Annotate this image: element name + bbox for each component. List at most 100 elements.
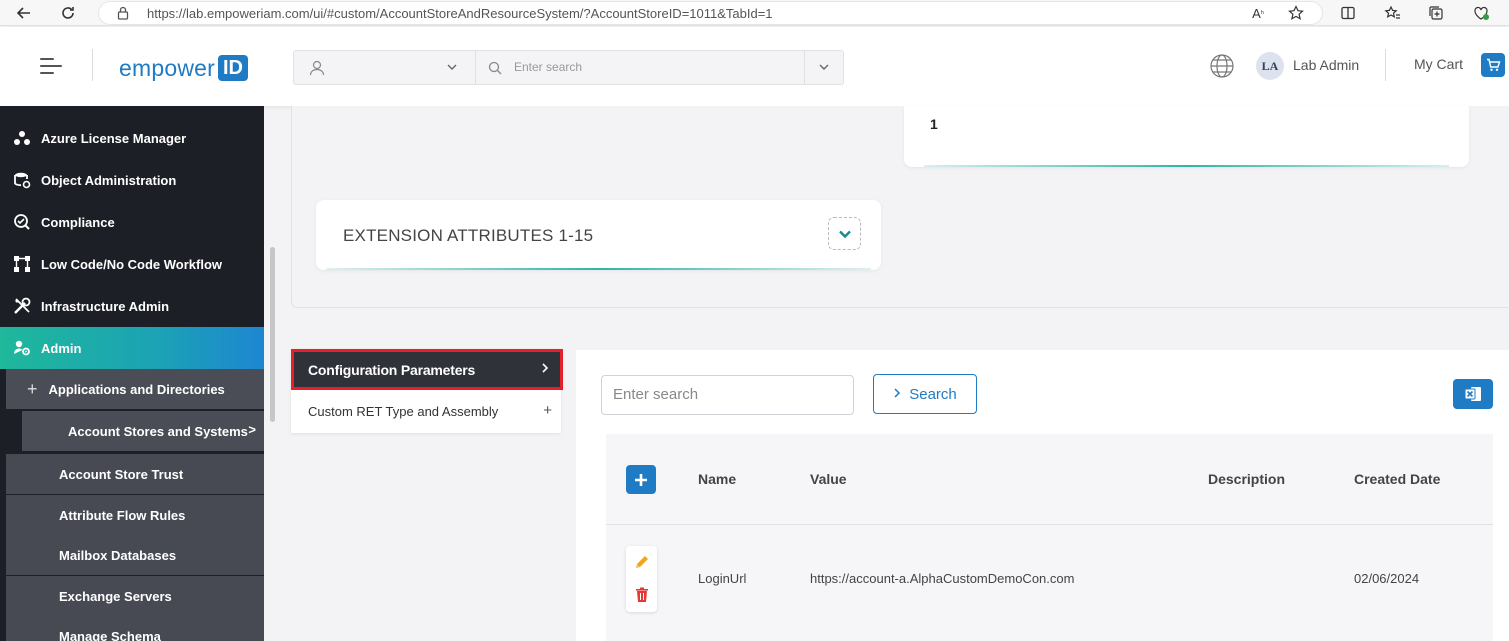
sidebar-item-label: Object Administration <box>41 172 177 188</box>
chevron-right-icon <box>893 387 901 402</box>
read-aloud-icon[interactable]: Aʰ <box>1248 3 1268 23</box>
column-header-created-date[interactable]: Created Date <box>1354 471 1440 487</box>
header-divider <box>92 49 93 81</box>
avatar[interactable]: LA <box>1256 52 1284 80</box>
sidebar-item-exchange-servers[interactable]: Exchange Servers <box>6 576 264 616</box>
global-search-input[interactable]: Enter search <box>514 60 582 74</box>
edit-pencil-icon[interactable] <box>633 553 651 571</box>
expand-plus-icon: + <box>27 378 38 399</box>
object-admin-icon <box>12 170 32 190</box>
plus-icon: + <box>543 402 552 419</box>
sidebar-item-account-stores-and-systems[interactable]: Account Stores and Systems > <box>22 411 264 451</box>
column-header-value[interactable]: Value <box>810 471 847 487</box>
cell-name: LoginUrl <box>698 571 747 586</box>
favorite-star-icon[interactable] <box>1286 3 1306 23</box>
sidebar-item-label: Exchange Servers <box>59 588 172 604</box>
tab-custom-ret-type-and-assembly[interactable]: Custom RET Type and Assembly + <box>291 391 561 431</box>
search-button[interactable]: Search <box>873 374 977 414</box>
tab-label: Custom RET Type and Assembly <box>308 403 499 419</box>
expand-toggle-button[interactable] <box>828 217 861 250</box>
search-options-chevron-icon[interactable] <box>818 61 830 76</box>
sidebar-item-label: Manage Schema <box>59 628 161 641</box>
globe-icon[interactable] <box>1209 53 1235 79</box>
sidebar: Azure License Manager Object Administrat… <box>0 106 264 641</box>
logo-id-badge: ID <box>218 55 248 81</box>
search-button-label: Search <box>909 385 957 403</box>
sidebar-item-object-administration[interactable]: Object Administration <box>0 159 264 201</box>
extension-attributes-card[interactable]: EXTENSION ATTRIBUTES 1-15 <box>316 200 881 270</box>
reload-icon[interactable] <box>58 3 78 23</box>
sidebar-item-label: Azure License Manager <box>41 130 187 146</box>
attribute-value-card: 1 <box>904 106 1469 167</box>
grid-header: Name Value Description Created Date <box>606 434 1493 525</box>
search-separator <box>475 51 476 84</box>
sidebar-item-azure-license-manager[interactable]: Azure License Manager <box>0 117 264 159</box>
plus-icon <box>635 473 647 486</box>
search-separator-2 <box>804 51 805 84</box>
scope-dropdown-chevron-icon[interactable] <box>446 61 458 76</box>
sidebar-item-label: Account Stores and Systems <box>68 423 248 439</box>
compliance-icon <box>12 212 32 232</box>
favorites-icon[interactable] <box>1382 3 1402 23</box>
tab-configuration-parameters[interactable]: Configuration Parameters <box>291 349 563 390</box>
split-screen-icon[interactable] <box>1338 3 1358 23</box>
my-cart-label[interactable]: My Cart <box>1414 56 1463 72</box>
global-search-group: Enter search <box>293 50 844 85</box>
sidebar-item-compliance[interactable]: Compliance <box>0 201 264 243</box>
admin-icon <box>12 338 32 358</box>
sidebar-item-label: Compliance <box>41 214 115 230</box>
browser-toolbar: https://lab.empoweriam.com/ui/#custom/Ac… <box>0 0 1509 26</box>
address-bar[interactable]: https://lab.empoweriam.com/ui/#custom/Ac… <box>98 1 1323 25</box>
menu-toggle-icon[interactable] <box>40 58 62 74</box>
row-actions <box>626 546 657 612</box>
header-divider-2 <box>1385 49 1386 81</box>
sidebar-item-label: Infrastructure Admin <box>41 298 170 314</box>
tools-icon <box>12 296 32 316</box>
table-row: LoginUrl https://account-a.AlphaCustomDe… <box>606 525 1493 641</box>
chevron-right-icon <box>540 361 550 377</box>
card-underline <box>924 165 1449 167</box>
column-header-description[interactable]: Description <box>1208 471 1285 487</box>
sidebar-scrollbar[interactable] <box>270 247 275 422</box>
sidebar-item-account-store-trust[interactable]: Account Store Trust <box>6 454 264 494</box>
sidebar-active-item-frame: Account Stores and Systems > <box>6 409 264 454</box>
configuration-parameters-grid: Enter search Search Name Value Descripti… <box>576 350 1509 641</box>
sidebar-item-infrastructure-admin[interactable]: Infrastructure Admin <box>0 285 264 327</box>
azure-license-icon <box>12 128 32 148</box>
lock-icon <box>113 3 133 23</box>
delete-trash-icon[interactable] <box>633 586 651 604</box>
sidebar-item-mailbox-databases[interactable]: Mailbox Databases <box>6 535 264 575</box>
sidebar-group-applications-and-directories[interactable]: + Applications and Directories <box>6 369 264 409</box>
cell-created-date: 02/06/2024 <box>1354 571 1420 586</box>
sidebar-item-label: Mailbox Databases <box>59 547 177 563</box>
sidebar-item-label: Low Code/No Code Workflow <box>41 256 223 272</box>
detail-tabs-menu: Configuration Parameters Custom RET Type… <box>291 349 563 433</box>
cart-icon[interactable] <box>1481 53 1505 77</box>
add-row-button[interactable] <box>626 465 656 494</box>
grid-search-input[interactable]: Enter search <box>601 375 854 415</box>
attribute-value: 1 <box>930 116 938 132</box>
cell-value: https://account-a.AlphaCustomDemoCon.com <box>810 571 1075 586</box>
url-text: https://lab.empoweriam.com/ui/#custom/Ac… <box>147 6 773 21</box>
back-icon[interactable] <box>14 3 34 23</box>
app-header: empower ID Enter search LA Lab Admin My … <box>0 27 1509 106</box>
sidebar-item-label: Account Store Trust <box>59 466 184 482</box>
collections-icon[interactable] <box>1426 3 1446 23</box>
user-name[interactable]: Lab Admin <box>1293 57 1359 73</box>
extension-attributes-title: EXTENSION ATTRIBUTES 1-15 <box>343 226 594 245</box>
column-header-name[interactable]: Name <box>698 471 736 487</box>
excel-export-icon[interactable] <box>1453 379 1493 409</box>
chevron-down-icon <box>838 230 851 238</box>
card-underline <box>326 268 871 270</box>
browser-essentials-icon[interactable] <box>1471 3 1491 23</box>
sidebar-item-manage-schema[interactable]: Manage Schema <box>6 616 264 641</box>
user-scope-icon[interactable] <box>308 59 326 77</box>
sidebar-item-attribute-flow-rules[interactable]: Attribute Flow Rules <box>6 495 264 535</box>
sidebar-item-label: Attribute Flow Rules <box>59 507 186 523</box>
sidebar-item-admin[interactable]: Admin <box>0 327 264 369</box>
sidebar-item-workflow[interactable]: Low Code/No Code Workflow <box>0 243 264 285</box>
logo-text: empower <box>119 54 215 81</box>
workflow-icon <box>12 254 32 274</box>
tab-label: Configuration Parameters <box>308 361 476 378</box>
empowerid-logo[interactable]: empower ID <box>119 53 248 83</box>
